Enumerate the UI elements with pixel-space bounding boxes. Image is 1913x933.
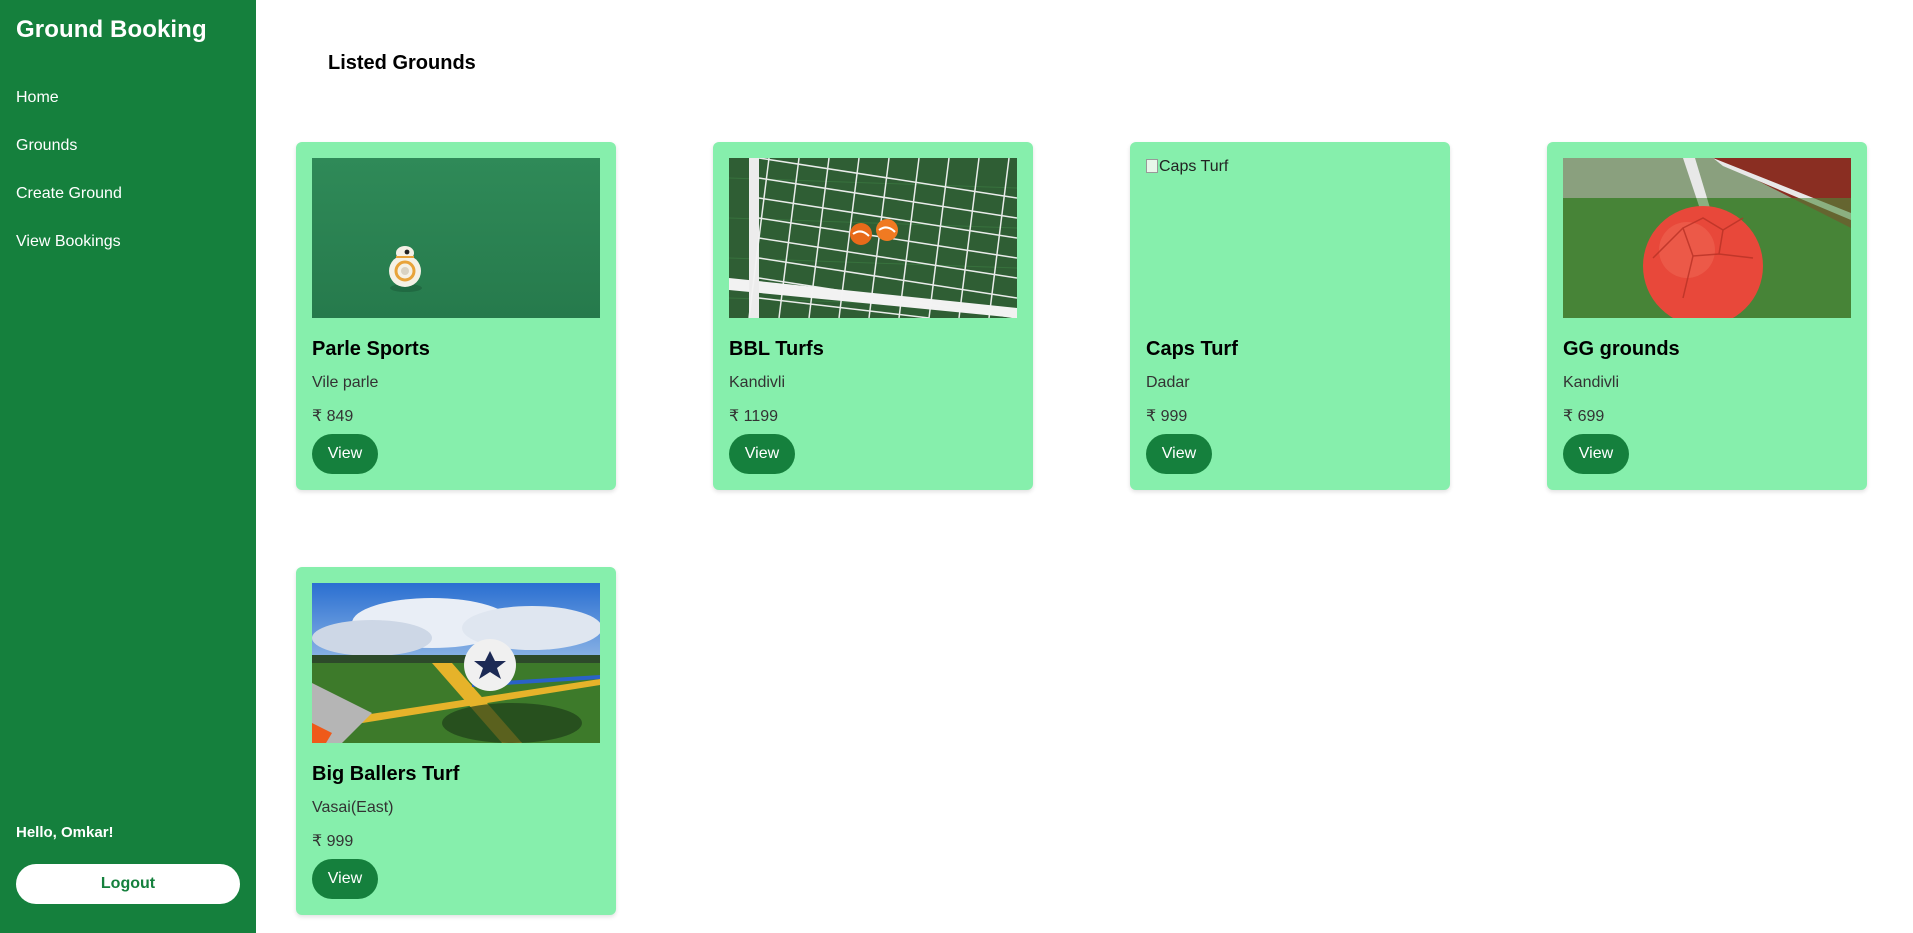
ground-price: ₹ 1199 (729, 408, 779, 425)
sidebar-item-view-bookings[interactable]: View Bookings (16, 232, 122, 280)
sidebar-item-home[interactable]: Home (16, 88, 122, 136)
view-button[interactable]: View (312, 859, 378, 899)
football-field-sky-image (312, 583, 600, 743)
ground-price: ₹ 699 (1563, 408, 1605, 425)
ground-card: BBL Turfs Kandivli ₹ 1199 View (713, 142, 1033, 490)
main-content: Listed Grounds Parle Sports Vile parle ₹… (256, 0, 1913, 933)
ground-location: Vile parle (312, 374, 379, 391)
sidebar-item-create-ground[interactable]: Create Ground (16, 184, 122, 232)
ground-location: Kandivli (1563, 374, 1620, 391)
red-ball-image (1563, 158, 1851, 318)
ground-price: ₹ 999 (312, 833, 354, 850)
view-button[interactable]: View (1146, 434, 1212, 474)
ground-name: Parle Sports (312, 338, 430, 360)
image-alt-text: Caps Turf (1159, 158, 1229, 175)
view-button[interactable]: View (312, 434, 378, 474)
ground-name: BBL Turfs (729, 338, 824, 360)
page-title: Listed Grounds (328, 52, 476, 74)
ground-card: Big Ballers Turf Vasai(East) ₹ 999 View (296, 567, 616, 915)
ground-card: Parle Sports Vile parle ₹ 849 View (296, 142, 616, 490)
ground-card: Caps Turf Caps Turf Dadar ₹ 999 View (1130, 142, 1450, 490)
sidebar-item-grounds[interactable]: Grounds (16, 136, 122, 184)
logout-button[interactable]: Logout (16, 864, 240, 904)
ground-card: GG grounds Kandivli ₹ 699 View (1547, 142, 1867, 490)
ground-name: Big Ballers Turf (312, 763, 460, 785)
view-button[interactable]: View (1563, 434, 1629, 474)
view-button[interactable]: View (729, 434, 795, 474)
ground-price: ₹ 849 (312, 408, 354, 425)
goal-net-image (729, 158, 1017, 318)
app-title: Ground Booking (16, 16, 207, 43)
ground-location: Dadar (1146, 374, 1190, 391)
ground-name: Caps Turf (1146, 338, 1238, 360)
ground-price: ₹ 999 (1146, 408, 1188, 425)
turf-robot-image (312, 158, 600, 318)
broken-image-icon (1146, 159, 1158, 173)
ground-location: Kandivli (729, 374, 786, 391)
user-greeting: Hello, Omkar! (16, 824, 114, 841)
broken-image: Caps Turf (1146, 158, 1434, 318)
ground-location: Vasai(East) (312, 799, 394, 816)
ground-name: GG grounds (1563, 338, 1680, 360)
sidebar: Ground Booking Home Grounds Create Groun… (0, 0, 256, 933)
sidebar-nav: Home Grounds Create Ground View Bookings (16, 88, 122, 280)
